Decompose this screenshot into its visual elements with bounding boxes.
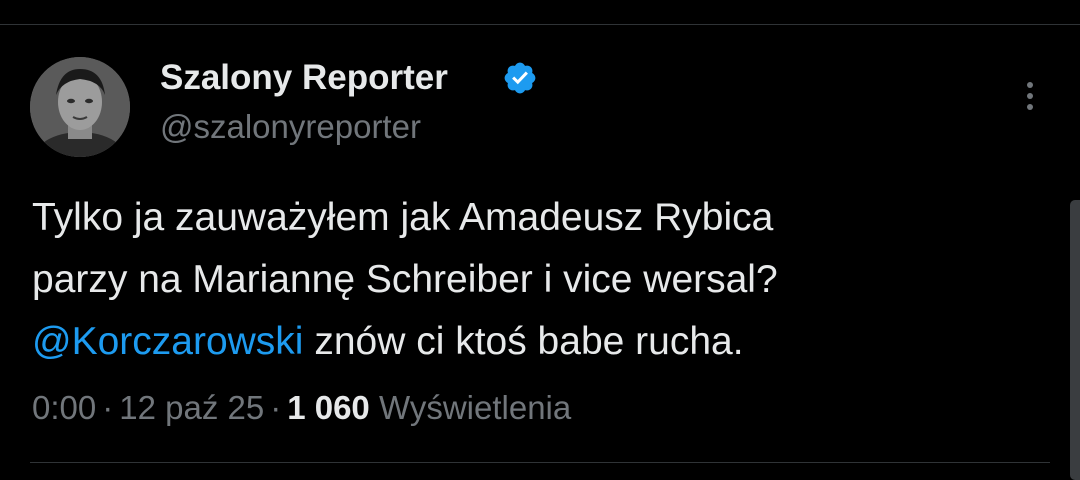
views-label[interactable]: Wyświetlenia bbox=[379, 389, 571, 426]
avatar-photo-icon bbox=[30, 57, 130, 157]
tweet-time[interactable]: 0:00 bbox=[32, 389, 96, 426]
tweet-text-line-1: Tylko ja zauważyłem jak Amadeusz Rybica bbox=[32, 196, 774, 239]
author-handle[interactable]: @szalonyreporter bbox=[160, 108, 421, 146]
mention-link[interactable]: @Korczarowski bbox=[32, 320, 303, 363]
top-divider bbox=[0, 24, 1080, 25]
tweet-date[interactable]: 12 paź 25 bbox=[119, 389, 264, 426]
tweet-text: Tylko ja zauważyłem jak Amadeusz Rybica … bbox=[32, 187, 1052, 373]
views-count[interactable]: 1 060 bbox=[287, 389, 370, 426]
bottom-divider bbox=[30, 462, 1050, 463]
more-options-dot bbox=[1027, 93, 1033, 99]
tweet-text-line-3: @Korczarowski znów ci ktoś babe rucha. bbox=[32, 311, 1052, 373]
more-options-icon bbox=[1027, 82, 1033, 88]
tweet-text-line-2: parzy na Mariannę Schreiber i vice wersa… bbox=[32, 258, 778, 301]
scrollbar[interactable] bbox=[1070, 200, 1080, 480]
tweet-text-line-3-rest: znów ci ktoś babe rucha. bbox=[303, 320, 744, 363]
meta-separator: · bbox=[270, 389, 282, 426]
author-avatar[interactable] bbox=[30, 57, 130, 157]
verified-badge-icon bbox=[504, 62, 536, 94]
more-options-button[interactable] bbox=[1012, 78, 1048, 114]
meta-separator: · bbox=[102, 389, 114, 426]
tweet-meta: 0:00 · 12 paź 25 · 1 060 Wyświetlenia bbox=[32, 387, 571, 429]
author-display-name[interactable]: Szalony Reporter bbox=[160, 58, 448, 98]
more-options-dot bbox=[1027, 104, 1033, 110]
